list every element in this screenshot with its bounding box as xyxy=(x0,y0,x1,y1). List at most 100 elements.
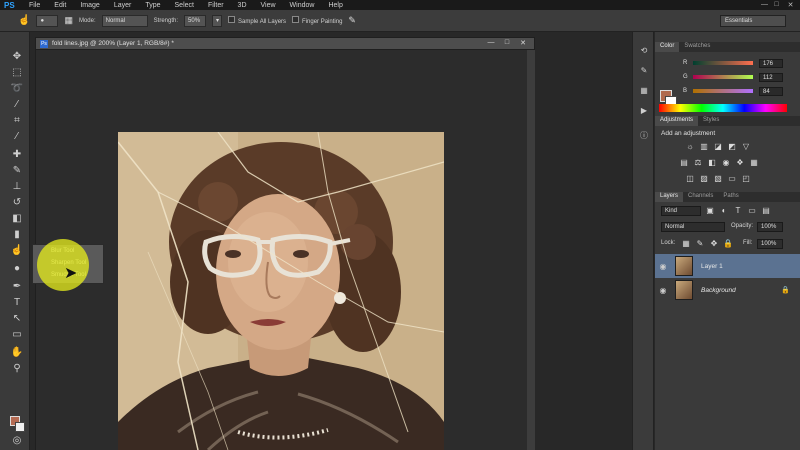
invert-icon[interactable]: ◫ xyxy=(685,174,695,183)
filter-shape-icon[interactable]: ▭ xyxy=(747,206,757,215)
properties-panel-icon[interactable]: ✎ xyxy=(639,66,649,76)
doc-maximize-button[interactable]: □ xyxy=(500,39,514,49)
opacity-input[interactable]: 100% xyxy=(757,222,783,232)
menu-image[interactable]: Image xyxy=(73,2,106,9)
blend-mode-select[interactable]: Normal xyxy=(661,222,725,232)
marquee-tool-icon[interactable]: ⬚ xyxy=(10,66,24,80)
tab-adjustments[interactable]: Adjustments xyxy=(655,116,699,126)
background-color-swatch[interactable] xyxy=(15,422,25,432)
levels-icon[interactable]: ▥ xyxy=(699,142,709,151)
tab-styles[interactable]: Styles xyxy=(698,116,724,126)
color-lookup-icon[interactable]: ▦ xyxy=(749,158,759,167)
photo-filter-icon[interactable]: ◉ xyxy=(721,158,731,167)
red-slider[interactable] xyxy=(693,61,753,65)
filter-adjustment-icon[interactable]: ◐ xyxy=(719,206,729,215)
gradient-map-icon[interactable]: ▭ xyxy=(727,174,737,183)
blue-value[interactable]: 84 xyxy=(759,86,783,96)
gradient-tool-icon[interactable]: ▮ xyxy=(10,228,24,242)
workspace-select[interactable]: Essentials xyxy=(720,15,786,27)
eyedropper-tool-icon[interactable]: ⁄ xyxy=(10,130,24,144)
brush-panel-icon[interactable]: ▦ xyxy=(639,86,649,96)
brightness-contrast-icon[interactable]: ☼ xyxy=(685,142,695,151)
history-brush-tool-icon[interactable]: ↺ xyxy=(10,196,24,210)
info-panel-icon[interactable]: ⓘ xyxy=(639,130,649,140)
fill-input[interactable]: 100% xyxy=(757,239,783,249)
visibility-eye-icon[interactable]: ◉ xyxy=(655,286,671,295)
finger-painting-checkbox[interactable]: Finger Painting xyxy=(292,16,342,25)
curves-icon[interactable]: ◪ xyxy=(713,142,723,151)
doc-minimize-button[interactable]: — xyxy=(484,39,498,49)
green-slider[interactable] xyxy=(693,75,753,79)
zoom-tool-icon[interactable]: ⚲ xyxy=(10,362,24,376)
document-scrollbar[interactable] xyxy=(527,50,535,450)
posterize-icon[interactable]: ▨ xyxy=(699,174,709,183)
quick-select-tool-icon[interactable]: ⁄ xyxy=(10,98,24,112)
threshold-icon[interactable]: ▧ xyxy=(713,174,723,183)
tab-color[interactable]: Color xyxy=(655,42,680,52)
path-selection-tool-icon[interactable]: ↖ xyxy=(10,312,24,326)
quick-mask-icon[interactable]: ◎ xyxy=(10,434,24,448)
black-white-icon[interactable]: ◧ xyxy=(707,158,717,167)
shape-tool-icon[interactable]: ▭ xyxy=(10,328,24,342)
tab-paths[interactable]: Paths xyxy=(718,192,743,202)
layer-kind-filter[interactable]: Kind xyxy=(661,206,701,216)
crop-tool-icon[interactable]: ⌗ xyxy=(10,114,24,128)
pressure-icon[interactable]: ✎ xyxy=(348,15,356,26)
menu-file[interactable]: File xyxy=(22,2,47,9)
menu-help[interactable]: Help xyxy=(321,2,349,9)
layer-row-background[interactable]: ◉ Background 🔒 xyxy=(655,278,800,302)
color-spectrum[interactable] xyxy=(659,104,787,112)
pen-tool-icon[interactable]: ✒ xyxy=(10,280,24,294)
vibrance-icon[interactable]: ▽ xyxy=(741,142,751,151)
lasso-tool-icon[interactable]: ➰ xyxy=(10,82,24,96)
brush-tool-icon[interactable]: ✎ xyxy=(10,164,24,178)
actions-panel-icon[interactable]: ▶ xyxy=(639,106,649,116)
blue-slider[interactable] xyxy=(693,89,753,93)
dodge-tool-icon[interactable]: ● xyxy=(10,262,24,276)
smudge-tool-icon[interactable]: ☝ xyxy=(18,15,30,26)
brush-panel-icon[interactable]: ▦ xyxy=(64,15,73,26)
close-button[interactable]: ✕ xyxy=(786,1,795,9)
hand-tool-icon[interactable]: ✋ xyxy=(10,346,24,360)
filter-pixel-icon[interactable]: ▣ xyxy=(705,206,715,215)
lock-position-icon[interactable]: ✥ xyxy=(709,239,719,248)
history-panel-icon[interactable]: ⟲ xyxy=(639,46,649,56)
eraser-tool-icon[interactable]: ◧ xyxy=(10,212,24,226)
visibility-eye-icon[interactable]: ◉ xyxy=(655,262,671,271)
selective-color-icon[interactable]: ◰ xyxy=(741,174,751,183)
maximize-button[interactable]: □ xyxy=(772,1,781,9)
menu-layer[interactable]: Layer xyxy=(107,2,139,9)
type-tool-icon[interactable]: T xyxy=(10,296,24,310)
layer-row-layer-1[interactable]: ◉ Layer 1 xyxy=(655,254,800,278)
minimize-button[interactable]: — xyxy=(760,1,769,9)
hue-saturation-icon[interactable]: ▤ xyxy=(679,158,689,167)
lock-all-icon[interactable]: 🔒 xyxy=(723,239,733,248)
tab-layers[interactable]: Layers xyxy=(655,192,684,202)
document-tab[interactable]: Ps fold lines.jpg @ 200% (Layer 1, RGB/8… xyxy=(35,37,535,50)
lock-image-icon[interactable]: ✎ xyxy=(695,239,705,248)
menu-select[interactable]: Select xyxy=(168,2,201,9)
mode-select[interactable]: Normal xyxy=(101,14,148,27)
filter-type-icon[interactable]: T xyxy=(733,206,743,215)
sample-all-layers-checkbox[interactable]: Sample All Layers xyxy=(228,16,286,25)
strength-dropdown[interactable]: ▾ xyxy=(212,14,223,27)
smudge-tool-icon[interactable]: ☝ xyxy=(10,244,24,258)
document-photo[interactable] xyxy=(118,132,444,450)
menu-filter[interactable]: Filter xyxy=(201,2,231,9)
clone-stamp-tool-icon[interactable]: ⊥ xyxy=(10,180,24,194)
menu-edit[interactable]: Edit xyxy=(47,2,73,9)
menu-window[interactable]: Window xyxy=(283,2,322,9)
menu-type[interactable]: Type xyxy=(138,2,167,9)
menu-3d[interactable]: 3D xyxy=(231,2,254,9)
tab-swatches[interactable]: Swatches xyxy=(679,42,715,52)
color-balance-icon[interactable]: ⚖ xyxy=(693,158,703,167)
exposure-icon[interactable]: ◩ xyxy=(727,142,737,151)
doc-close-button[interactable]: ✕ xyxy=(516,39,530,49)
lock-transparent-icon[interactable]: ▦ xyxy=(681,239,691,248)
channel-mixer-icon[interactable]: ❖ xyxy=(735,158,745,167)
brush-preset-picker[interactable]: ● xyxy=(36,14,59,27)
tab-channels[interactable]: Channels xyxy=(683,192,718,202)
move-tool-icon[interactable]: ✥ xyxy=(10,50,24,64)
filter-smart-icon[interactable]: ▤ xyxy=(761,206,771,215)
red-value[interactable]: 176 xyxy=(759,58,783,68)
